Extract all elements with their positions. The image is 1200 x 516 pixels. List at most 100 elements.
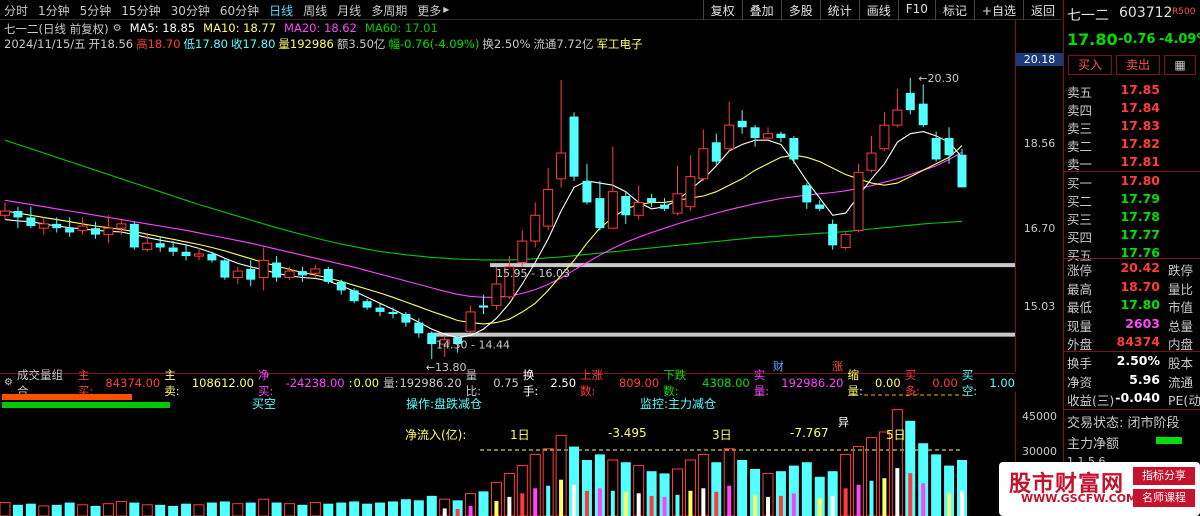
volume-inner-bar: [727, 485, 732, 516]
volume-bar: [297, 504, 308, 516]
panel-stock-code: 603712: [1119, 5, 1173, 21]
volume-inner-bar: [623, 491, 628, 516]
candle-body: [530, 214, 541, 242]
tool-button-1[interactable]: 叠加: [741, 0, 781, 20]
volume-inner-bar: [895, 468, 900, 516]
volume-bar: [129, 502, 140, 516]
candle-body: [207, 253, 217, 261]
candle-body: [737, 120, 747, 128]
candle-body: [905, 92, 915, 111]
buy-button[interactable]: 买入: [1068, 55, 1112, 75]
volume-inner-bar: [494, 500, 499, 516]
tool-button-4[interactable]: 画线: [858, 0, 898, 20]
volume-bar: [90, 505, 101, 516]
bid-row[interactable]: 买一 17.80: [1064, 173, 1200, 191]
candle-body: [479, 305, 488, 308]
ask-price: 17.85: [1120, 82, 1160, 97]
tool-button-0[interactable]: 复权: [702, 0, 742, 20]
volume-bar: [349, 501, 360, 516]
tool-button-8[interactable]: 返回: [1022, 0, 1062, 20]
net-flow-5d-label: 5日: [886, 428, 906, 442]
ask-row[interactable]: 卖三 17.83: [1064, 118, 1200, 136]
ask-label: 卖四: [1067, 103, 1093, 118]
candlestick-chart[interactable]: ←20.30←13.8015.95 - 16.0314.30 - 14.44财涨: [0, 20, 1062, 372]
stat-right-label: 跌停: [1168, 263, 1194, 278]
ask-row[interactable]: 卖四 17.84: [1064, 100, 1200, 118]
volume-label: 量:: [383, 375, 399, 390]
ask-row[interactable]: 卖二 17.82: [1064, 136, 1200, 154]
tool-button-2[interactable]: 多股: [780, 0, 820, 20]
watermark-badge-share[interactable]: 指标分享: [1133, 467, 1195, 485]
period-tab-5[interactable]: 60分钟: [220, 2, 259, 19]
tool-button-5[interactable]: F10: [897, 0, 935, 20]
candle-body: [931, 138, 941, 160]
period-tab-6[interactable]: 日线: [269, 2, 293, 19]
tool-button-6[interactable]: 标记: [934, 0, 974, 20]
price-axis: 20.18 18.56 16.70 15.03: [1015, 20, 1063, 372]
volume-inner-bar: [662, 496, 667, 516]
stat2-row: 净资 5.96 流通: [1064, 372, 1200, 390]
panel-change: -0.76: [1118, 32, 1156, 47]
volume-chart[interactable]: [0, 392, 1062, 516]
more-arrow-icon[interactable]: ▸: [443, 2, 449, 19]
candle-body: [26, 217, 36, 227]
volume-bar: [309, 502, 321, 516]
bid-row[interactable]: 买二 17.79: [1064, 191, 1200, 209]
stats2-divider: [1064, 351, 1200, 352]
indicator-icon[interactable]: ⚙: [4, 377, 13, 388]
candle-body: [232, 270, 243, 279]
period-tab-7[interactable]: 周线: [303, 2, 327, 19]
zone-upper-label: 15.95 - 16.03: [496, 267, 570, 280]
candle-body: [284, 270, 295, 279]
stat-row: 最高 18.70 量比: [1064, 279, 1200, 297]
status-divider: [1064, 409, 1200, 410]
ask-row[interactable]: 卖一 17.81: [1064, 154, 1200, 172]
volume-inner-bar: [572, 484, 577, 516]
period-tab-2[interactable]: 5分钟: [80, 2, 112, 19]
bid-row[interactable]: 买四 17.77: [1064, 227, 1200, 245]
candle-body: [750, 127, 760, 139]
volume-inner-bar: [778, 495, 783, 516]
period-tab-0[interactable]: 分时: [4, 2, 28, 19]
candle-body: [491, 283, 502, 306]
stat-label: 涨停: [1067, 263, 1093, 278]
ask-label: 卖二: [1067, 139, 1093, 154]
bid-row[interactable]: 买三 17.78: [1064, 209, 1200, 227]
indicator-title-bar: ⚙ 成交量组合 主买: 84374.00 主卖: 108612.00 净买: -…: [0, 368, 1015, 398]
stat-label: 现量: [1067, 318, 1093, 334]
stat2-right-label: 股本: [1168, 356, 1194, 371]
stat-right-label: 总量: [1168, 318, 1194, 334]
volume-bar: [271, 502, 282, 516]
high-marker-label: ←20.30: [918, 72, 959, 85]
candle-body: [711, 142, 721, 162]
volume-bar: [51, 504, 62, 516]
candle-body: [52, 223, 62, 229]
volume-bar: [362, 503, 373, 516]
period-tab-10[interactable]: 更多: [417, 2, 441, 19]
candle-body: [349, 290, 359, 302]
candle-body: [828, 223, 838, 246]
real-vol-value: 192986.20: [781, 375, 844, 390]
volume-inner-bar: [817, 498, 822, 516]
sell-button[interactable]: 卖出: [1116, 55, 1160, 75]
bid-label: 买一: [1067, 176, 1093, 191]
volume-inner-bar: [455, 508, 460, 516]
period-tab-8[interactable]: 月线: [337, 2, 361, 19]
period-tab-1[interactable]: 1分钟: [38, 2, 70, 19]
period-tab-4[interactable]: 30分钟: [171, 2, 210, 19]
volume-inner-bar: [584, 490, 589, 516]
volume-bar: [245, 502, 256, 516]
ask-row[interactable]: 卖五 17.85: [1064, 82, 1200, 100]
main-sell-value: 108612.00: [191, 375, 255, 390]
volume-bar: [258, 498, 270, 516]
watermark-badge-course[interactable]: 名师课程: [1133, 489, 1195, 507]
tool-button-3[interactable]: 统计: [819, 0, 859, 20]
volume-inner-bar: [947, 493, 952, 516]
period-tab-3[interactable]: 15分钟: [121, 2, 160, 19]
volume-inner-bar: [740, 490, 745, 516]
period-tab-9[interactable]: 多周期: [371, 2, 407, 19]
volume-inner-bar: [533, 488, 538, 516]
tool-button-7[interactable]: +自选: [973, 0, 1023, 20]
down-count-value: 4308.00: [702, 375, 750, 390]
grid-icon[interactable]: ▦: [1164, 55, 1196, 75]
